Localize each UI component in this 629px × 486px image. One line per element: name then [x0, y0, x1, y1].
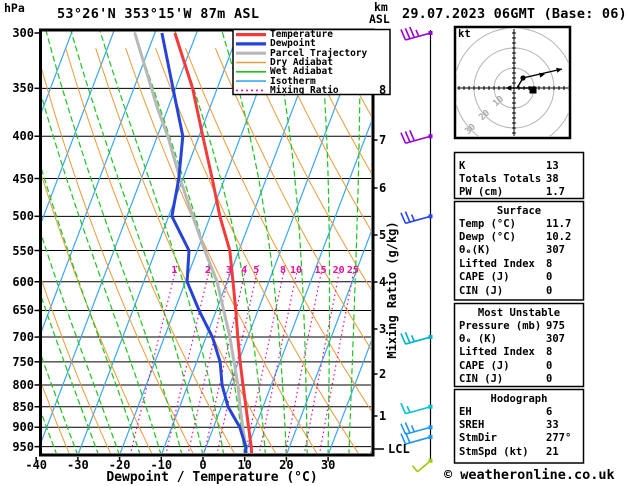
lcl-label: LCL: [388, 442, 410, 456]
pressure-unit-label: hPa: [4, 1, 25, 15]
x-axis-title: Dewpoint / Temperature (°C): [106, 470, 318, 485]
legend-item-label: Mixing Ratio: [270, 84, 339, 96]
mixing-ratio-value-label: 10: [290, 265, 303, 276]
panel-row-label: θₑ(K): [459, 244, 491, 257]
pressure-tick-label: 900: [12, 420, 34, 435]
mixing-ratio-axis-title: Mixing Ratio (g/kg): [385, 221, 399, 359]
panel-row-label: EH: [459, 405, 472, 418]
pressure-tick-label: 950: [12, 439, 34, 454]
panel-box-header: Surface: [496, 204, 542, 217]
panel-row-label: K: [459, 159, 466, 172]
temp-tick-label: -10: [150, 458, 173, 472]
mixing-ratio-value-label: 5: [253, 265, 260, 276]
panel-row-value: 307: [546, 332, 565, 345]
panel-box-header: Hodograph: [490, 392, 548, 405]
parcel-trajectory-line: [133, 32, 249, 453]
panel-row-value: 0: [546, 271, 553, 284]
panel-row-label: StmDir: [459, 432, 497, 445]
km-tick-label: 1: [379, 409, 387, 423]
mixing-ratio-value-label: 20: [332, 265, 345, 276]
pressure-tick-label: 700: [12, 330, 34, 345]
pressure-tick-label: 500: [12, 209, 34, 224]
temp-tick-label: -20: [108, 458, 131, 472]
km-tick-label: 7: [379, 133, 387, 147]
pressure-tick-label: 600: [12, 274, 34, 289]
panel-row-label: StmSpd (kt): [459, 445, 529, 458]
pressure-tick-label: 300: [12, 26, 34, 40]
profiles: [133, 32, 254, 453]
datetime-label: 29.07.2023 06GMT (Base: 06): [402, 6, 627, 22]
pressure-tick-label: 650: [12, 303, 34, 318]
panel-row-label: Totals Totals: [459, 172, 542, 185]
km-tick-label: 8: [379, 83, 387, 97]
pressure-tick-label: 800: [12, 377, 34, 392]
temp-tick-label: -30: [67, 458, 89, 472]
panel-row-value: 8: [546, 346, 553, 359]
panel-row-label: PW (cm): [459, 186, 504, 199]
panel-row-value: 0: [546, 359, 553, 372]
temp-tick-label: -40: [25, 458, 48, 472]
panel-row-value: 33: [546, 418, 559, 431]
panel-row-label: SREH: [459, 418, 485, 431]
km-tick-label: 3: [379, 322, 387, 336]
panel-row-label: Lifted Index: [459, 257, 535, 270]
panel-row-value: 307: [546, 244, 565, 257]
panel-row-value: 6: [546, 405, 553, 418]
mixing-ratio-value-label: 8: [279, 265, 286, 276]
panel-row-label: CIN (J): [459, 284, 504, 297]
panel-row-value: 11.7: [546, 217, 572, 230]
temp-tick-label: 20: [279, 458, 294, 472]
km-tick-label: 2: [379, 367, 387, 381]
mixing-ratio-value-label: 15: [314, 265, 327, 276]
pressure-tick-label: 350: [12, 81, 34, 96]
mixing-ratio-value-label: 2: [204, 265, 211, 276]
mixing-ratio-value-label: 3: [225, 265, 232, 276]
storm-motion-marker: [529, 86, 537, 94]
mixing-ratio-value-label: 4: [241, 265, 248, 276]
panel-row-label: CAPE (J): [459, 359, 510, 372]
panel-row-value: 21: [546, 445, 559, 458]
panel-row-value: 277°: [546, 432, 572, 445]
station-title: 53°26'N 353°15'W 87m ASL: [57, 6, 260, 22]
panel-row-label: Pressure (mb): [459, 319, 542, 332]
temp-tick-label: 10: [237, 458, 252, 472]
panel-row-value: 1.7: [546, 186, 565, 199]
panel-row-value: 0: [546, 284, 553, 297]
temp-tick-label: 0: [199, 458, 207, 472]
pressure-tick-label: 850: [12, 399, 34, 414]
panel-box-header: Most Unstable: [477, 306, 561, 319]
copyright-label: © weatheronline.co.uk: [444, 467, 615, 483]
panel-row-value: 10.2: [546, 230, 572, 243]
km-tick-label: 5: [379, 228, 387, 242]
mixing-ratio-value-label: 1: [171, 265, 178, 276]
pressure-tick-label: 550: [12, 243, 34, 258]
wind-barb-column: [400, 26, 433, 473]
hodograph-unit-label: kt: [458, 28, 471, 40]
panel-row-value: 0: [546, 373, 553, 386]
km-tick-label: 4: [379, 275, 387, 289]
pressure-tick-label: 400: [12, 129, 34, 144]
temp-tick-label: 30: [320, 458, 336, 472]
panel-row-label: Temp (°C): [459, 217, 516, 230]
panel-row-label: θₑ (K): [459, 332, 497, 345]
asl-axis-label: ASL: [369, 12, 390, 26]
panel-row-label: CAPE (J): [459, 271, 510, 284]
pressure-tick-label: 450: [12, 171, 34, 186]
mixing-ratio-value-label: 25: [346, 265, 359, 276]
panel-row-label: Lifted Index: [459, 346, 535, 359]
panel-row-value: 13: [546, 159, 559, 172]
panel-row-label: Dewp (°C): [459, 230, 516, 243]
panel-row-label: CIN (J): [459, 373, 504, 386]
skewt-sounding-page: hPa 53°26'N 353°15'W 87m ASL km ASL 29.0…: [0, 0, 629, 486]
panel-row-value: 38: [546, 172, 559, 185]
km-tick-label: 6: [379, 181, 387, 195]
panel-row-value: 975: [546, 319, 565, 332]
panel-row-value: 8: [546, 257, 553, 270]
pressure-tick-label: 750: [12, 354, 34, 369]
